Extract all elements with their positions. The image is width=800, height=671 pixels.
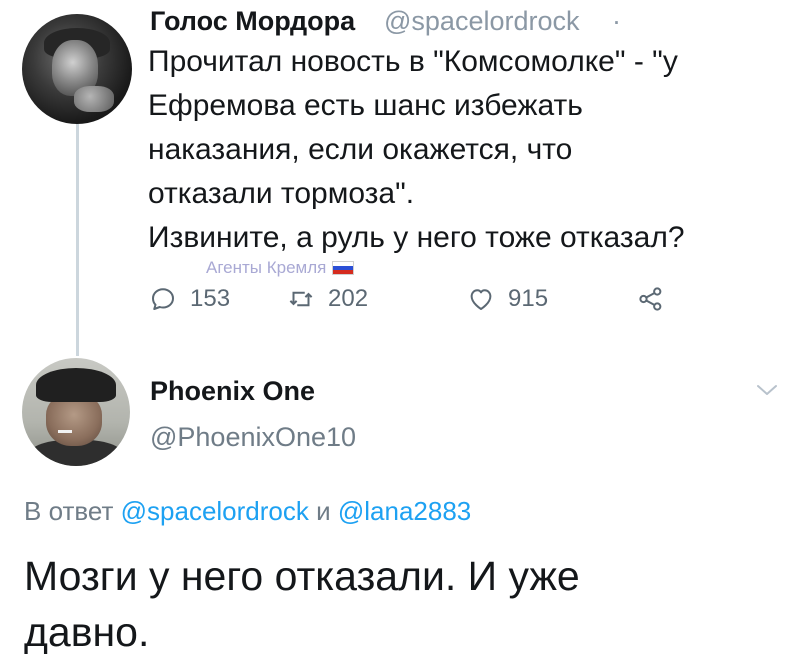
avatar-cap [36,368,116,402]
watermark: Агенты Кремля [206,258,355,278]
tweet-text-line: наказания, если окажется, что [148,133,573,166]
reply-user-link[interactable]: @spacelordrock [121,496,309,526]
heart-icon [470,289,492,310]
reply-tweet-text: Мозги у него отказали. И уже давно. [24,548,764,660]
reply-count: 153 [190,285,231,312]
reply-user-link[interactable]: @lana2883 [338,496,471,526]
original-display-name[interactable]: Голос Мордора [150,6,355,37]
like-count: 915 [508,285,549,312]
reply-handle[interactable]: @PhoenixOne10 [150,422,356,453]
tweet-text-line: Извините, а руль у него тоже отказал? [148,221,685,254]
russian-flag-icon [332,261,355,275]
original-handle[interactable]: @spacelordrock [384,6,580,37]
reply-button[interactable]: 153 [148,284,230,314]
tweet-text-line: Прочитал новость в "Комсомолке" - "у [148,45,678,78]
reply-conjunction: и [316,496,331,526]
share-button[interactable] [636,284,666,314]
watermark-text: Агенты Кремля [206,258,327,277]
tweet-text-line: Ефремова есть шанс избежать [148,89,583,122]
avatar-phoenix-one[interactable] [22,358,130,466]
reply-display-name[interactable]: Phoenix One [150,376,315,407]
chevron-down-icon[interactable] [754,380,780,400]
reply-icon [152,288,174,310]
tweet-text-line: давно. [24,609,150,655]
thread-connector-line [76,124,79,356]
avatar-golos-mordora[interactable] [22,14,132,124]
retweet-button[interactable]: 202 [286,284,368,314]
tweet-text-line: Мозги у него отказали. И уже [24,553,580,599]
replying-to: В ответ @spacelordrock и @lana2883 [24,496,471,527]
retweet-count: 202 [328,285,369,312]
retweet-icon [289,291,313,307]
avatar-cigarette [58,430,72,433]
original-tweet-text: Прочитал новость в "Комсомолке" - "у Ефр… [148,40,788,260]
share-icon [639,287,662,311]
reply-prefix: В ответ [24,496,114,526]
like-button[interactable]: 915 [466,284,548,314]
avatar-hand [74,86,114,112]
separator-dot: · [612,6,621,36]
tweet-text-line: отказали тормоза". [148,177,415,210]
